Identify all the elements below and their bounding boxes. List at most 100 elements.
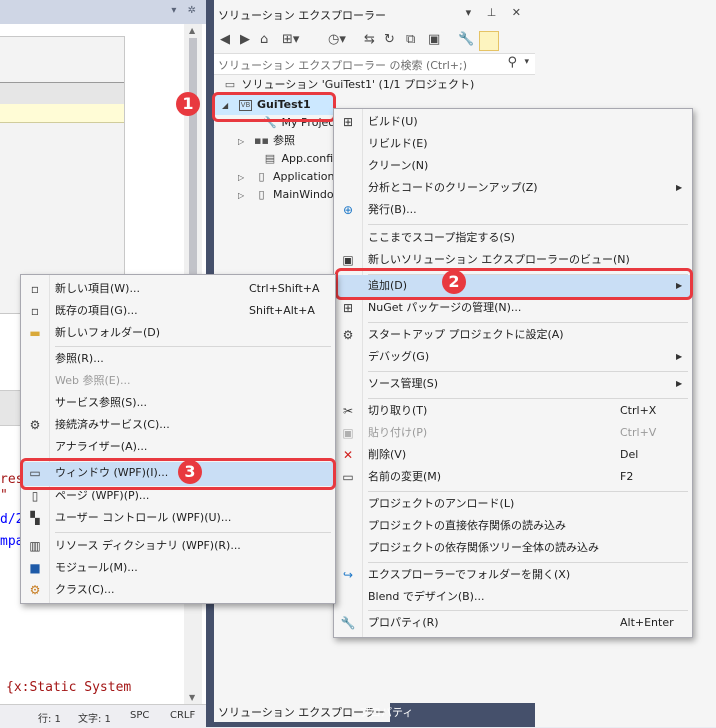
wrench-icon: 🔧	[340, 616, 356, 630]
menu-user-control-wpf[interactable]: ▚ ユーザー コントロール (WPF)(U)...	[21, 507, 335, 529]
callout-badge-2: 2	[442, 270, 466, 294]
menu-separator	[55, 346, 331, 347]
menu-scope[interactable]: ここまでスコープ指定する(S)	[334, 227, 692, 249]
back-icon[interactable]: ◀	[220, 32, 230, 47]
switch-views-icon[interactable]: ⊞▾	[282, 32, 299, 47]
menu-delete[interactable]: ✕ 削除(V) Del	[334, 444, 692, 466]
new-item-icon: ▫	[30, 282, 40, 296]
menu-cut[interactable]: ✂ 切り取り(T) Ctrl+X	[334, 400, 692, 422]
show-all-files-icon[interactable]: ▣	[428, 32, 440, 47]
menu-debug[interactable]: デバッグ(G) ▶	[334, 346, 692, 368]
globe-icon: ⊕	[342, 203, 354, 217]
menu-analyze[interactable]: 分析とコードのクリーンアップ(Z) ▶	[334, 177, 692, 199]
menu-existing-item[interactable]: ▫ 既存の項目(G)... Shift+Alt+A	[21, 300, 335, 322]
menu-analyzer[interactable]: アナライザー(A)...	[21, 436, 335, 458]
tree-item-label: 参照	[273, 134, 295, 147]
menu-build[interactable]: ⊞ ビルド(U)	[334, 111, 692, 133]
refresh-icon[interactable]: ↻	[384, 32, 395, 47]
home-icon[interactable]: ⌂	[260, 32, 268, 47]
menu-clean[interactable]: クリーン(N)	[334, 155, 692, 177]
menu-nuget[interactable]: ⊞ NuGet パッケージの管理(N)...	[334, 297, 692, 319]
open-folder-arrow-icon: ↪	[342, 568, 354, 582]
search-options-icon[interactable]: ▾	[524, 57, 529, 67]
status-column: 文字: 1	[78, 714, 111, 725]
menu-separator	[368, 322, 688, 323]
menu-class[interactable]: ⚙ クラス(C)...	[21, 579, 335, 601]
menu-new-folder[interactable]: ▬ 新しいフォルダー(D)	[21, 322, 335, 344]
callout-box-add	[335, 268, 693, 300]
collapse-all-icon[interactable]: ⧉	[406, 32, 415, 47]
status-crlf: CRLF	[170, 710, 196, 721]
connected-service-icon: ⚙	[29, 418, 41, 432]
menu-unload[interactable]: プロジェクトのアンロード(L)	[334, 493, 692, 515]
status-line: 行: 1	[38, 714, 61, 725]
menu-publish[interactable]: ⊕ 発行(B)...	[334, 199, 692, 221]
expand-arrow-icon[interactable]: ▷	[238, 187, 250, 205]
expand-arrow-icon[interactable]: ▷	[238, 133, 250, 151]
menu-open-folder[interactable]: ↪ エクスプローラーでフォルダーを開く(X)	[334, 564, 692, 586]
menu-rename[interactable]: ▭ 名前の変更(M) F2	[334, 466, 692, 488]
scroll-down-icon[interactable]: ▼	[189, 693, 195, 702]
folder-icon: ▬	[29, 326, 41, 340]
forward-icon[interactable]: ▶	[240, 32, 250, 47]
menu-source-control[interactable]: ソース管理(S) ▶	[334, 373, 692, 395]
solution-explorer-search[interactable]: ソリューション エクスプローラー の検索 (Ctrl+;) ⚲ ▾	[214, 54, 535, 75]
editor-dropdown-icon[interactable]: ▾ ✲	[171, 5, 200, 16]
tab-properties[interactable]: プロパティ	[355, 703, 417, 722]
scroll-up-icon[interactable]: ▲	[189, 26, 195, 35]
menu-load-direct[interactable]: プロジェクトの直接依存関係の読み込み	[334, 515, 692, 537]
menu-service-reference[interactable]: サービス参照(S)...	[21, 392, 335, 414]
menu-reference[interactable]: 参照(R)...	[21, 348, 335, 370]
class-icon: ⚙	[29, 583, 41, 597]
menu-new-item[interactable]: ▫ 新しい項目(W)... Ctrl+Shift+A	[21, 278, 335, 300]
clipboard-icon: ▣	[342, 426, 354, 440]
menu-connected-service[interactable]: ⚙ 接続済みサービス(C)...	[21, 414, 335, 436]
references-icon: ▪▪	[254, 134, 269, 147]
menu-properties[interactable]: 🔧 プロパティ(R) Alt+Enter	[334, 612, 692, 634]
xaml-designer-surface[interactable]	[0, 36, 125, 314]
menu-separator	[368, 562, 688, 563]
search-placeholder: ソリューション エクスプローラー の検索 (Ctrl+;)	[218, 59, 468, 72]
delete-x-icon: ✕	[342, 448, 354, 462]
properties-wrench-icon[interactable]: 🔧	[458, 32, 474, 47]
solution-explorer-title: ソリューション エクスプローラー	[218, 9, 386, 22]
menu-module[interactable]: ■ モジュール(M)...	[21, 557, 335, 579]
menu-separator	[368, 398, 688, 399]
menu-startup[interactable]: ⚙ スタートアップ プロジェクトに設定(A)	[334, 324, 692, 346]
code-line[interactable]: {x:Static System	[6, 680, 131, 695]
window-pin-close-icon[interactable]: ▾ ⊥ ✕	[466, 6, 527, 19]
tree-item[interactable]: ▷ ▪▪ 参照	[238, 132, 295, 150]
menu-separator	[368, 371, 688, 372]
config-file-icon: ▤	[264, 152, 276, 165]
bottom-tab-strip: ソリューション エクスプローラー プロパティ	[214, 703, 535, 727]
menu-resource-dictionary[interactable]: ▥ リソース ディクショナリ (WPF)(R)...	[21, 535, 335, 557]
add-submenu: ▫ 新しい項目(W)... Ctrl+Shift+A ▫ 既存の項目(G)... Shi…	[20, 274, 336, 604]
submenu-arrow-icon: ▶	[676, 379, 683, 388]
solution-explorer-titlebar: ソリューション エクスプローラー ▾ ⊥ ✕	[214, 3, 535, 23]
callout-box-project	[212, 92, 336, 122]
expand-arrow-icon[interactable]: ▷	[238, 169, 250, 187]
status-spc: SPC	[130, 710, 150, 721]
pending-changes-icon[interactable]: ◷▾	[328, 32, 346, 47]
sync-icon[interactable]: ⇆	[364, 32, 375, 47]
preview-selected-icon[interactable]	[479, 31, 499, 51]
callout-badge-1: 1	[176, 92, 200, 116]
menu-rebuild[interactable]: リビルド(E)	[334, 133, 692, 155]
submenu-arrow-icon: ▶	[676, 183, 683, 192]
tree-solution-label: ソリューション 'GuiTest1' (1/1 プロジェクト)	[241, 78, 475, 91]
menu-separator	[55, 532, 331, 533]
resource-dictionary-icon: ▥	[29, 539, 41, 553]
menu-separator	[368, 224, 688, 225]
menu-web-reference: Web 参照(E)...	[55, 374, 131, 387]
menu-separator	[368, 491, 688, 492]
solution-explorer-toolbar: ◀ ▶ ⌂ ⊞▾ ◷▾ ⇆ ↻ ⧉ ▣ 🔧	[214, 27, 535, 54]
menu-paste: ▣ 貼り付け(P) Ctrl+V	[334, 422, 692, 444]
search-icon[interactable]: ⚲	[507, 55, 517, 70]
editor-top-bar: ▾ ✲	[0, 0, 206, 24]
menu-load-tree[interactable]: プロジェクトの依存関係ツリー全体の読み込み	[334, 537, 692, 559]
menu-separator	[368, 610, 688, 611]
code-line[interactable]: "	[0, 488, 8, 503]
build-icon: ⊞	[342, 115, 354, 129]
tree-item[interactable]: ▤ App.config	[262, 150, 340, 168]
menu-blend[interactable]: Blend でデザイン(B)...	[334, 586, 692, 608]
